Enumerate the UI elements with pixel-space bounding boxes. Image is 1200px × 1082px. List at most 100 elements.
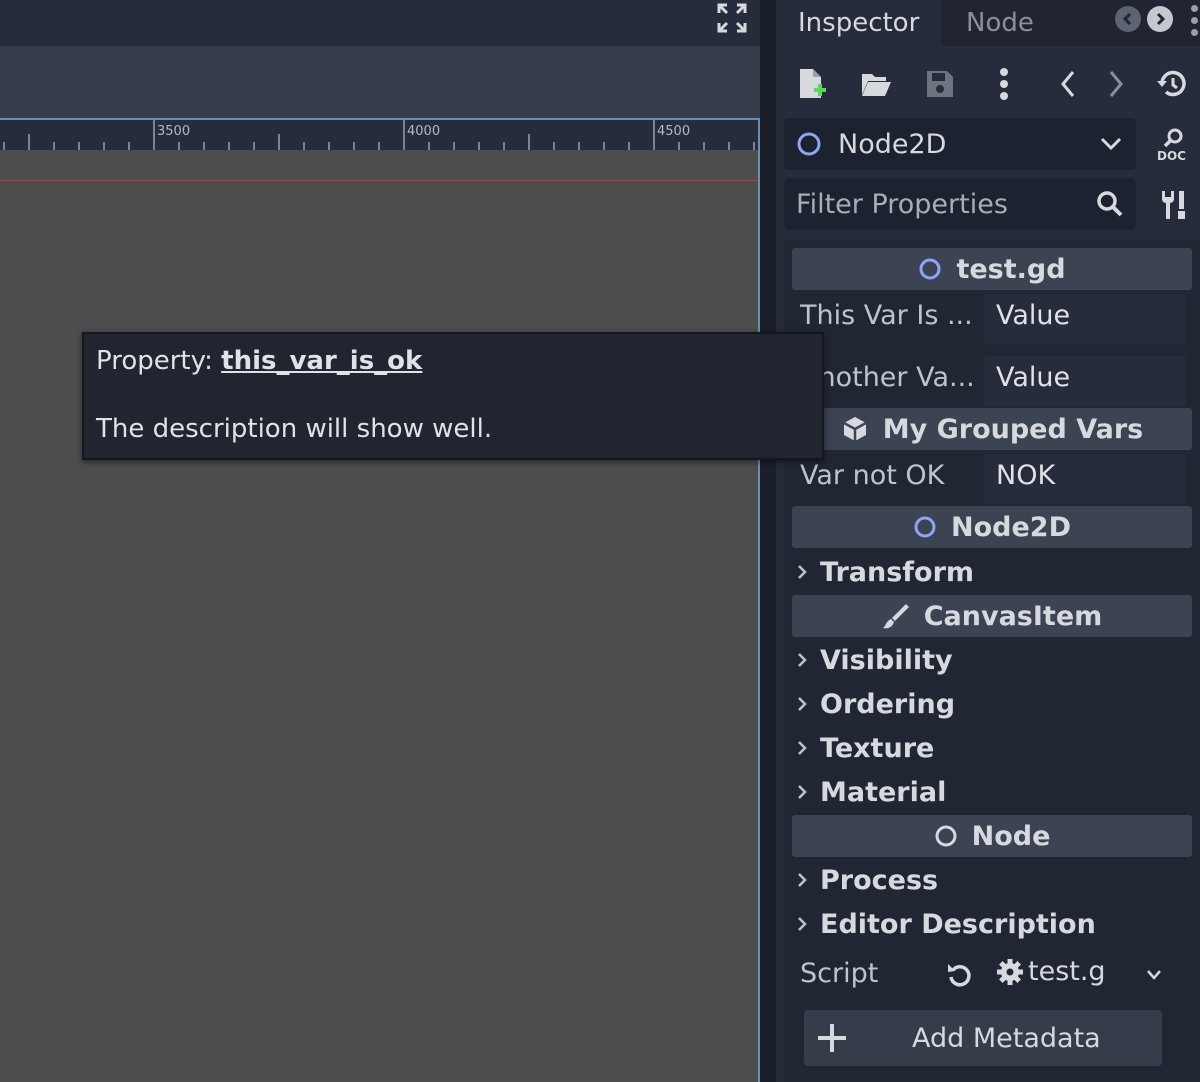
filter-properties-input[interactable] bbox=[796, 188, 1086, 220]
section-title: test.gd bbox=[956, 253, 1066, 285]
group-label: Material bbox=[820, 776, 947, 808]
script-resource-picker[interactable]: test.g bbox=[996, 956, 1106, 987]
group-texture[interactable]: Texture bbox=[792, 727, 1192, 769]
doc-search-icon: DOC bbox=[1157, 128, 1186, 162]
svg-text:DOC: DOC bbox=[1157, 149, 1186, 162]
search-icon bbox=[1097, 191, 1123, 217]
object-history-button[interactable] bbox=[1150, 60, 1194, 108]
node-circle-icon bbox=[935, 825, 957, 847]
property-value-field[interactable]: Value bbox=[984, 294, 1186, 344]
tab-scroll-right-button[interactable] bbox=[1147, 6, 1173, 32]
tab-node[interactable]: Node bbox=[944, 0, 1056, 46]
section-title: Node2D bbox=[951, 511, 1071, 543]
section-canvasitem: CanvasItem bbox=[792, 595, 1192, 637]
chevron-left-icon bbox=[1061, 71, 1075, 97]
section-node: Node bbox=[792, 815, 1192, 857]
chevron-right-icon bbox=[798, 565, 807, 579]
ruler-ticks bbox=[3, 120, 755, 150]
gear-icon bbox=[997, 958, 1023, 985]
add-metadata-button[interactable]: Add Metadata bbox=[804, 1010, 1162, 1066]
group-label: Transform bbox=[820, 556, 975, 588]
ruler-label-3500: 3500 bbox=[157, 124, 191, 139]
tooltip-description: The description will show well. bbox=[96, 414, 493, 444]
ruler-label-4000: 4000 bbox=[407, 124, 441, 139]
inspector-dock: Inspector Node Node2D DOC Filter Propert… bbox=[776, 0, 1200, 1082]
property-value-field[interactable]: Value bbox=[984, 356, 1186, 406]
group-label: Texture bbox=[820, 732, 935, 764]
load-resource-button[interactable] bbox=[854, 60, 898, 108]
tab-inspector[interactable]: Inspector bbox=[776, 0, 942, 46]
chevron-right-icon bbox=[798, 873, 807, 887]
node2d-icon bbox=[797, 132, 821, 156]
history-icon bbox=[1157, 70, 1186, 97]
node2d-icon bbox=[914, 516, 936, 538]
canvas-viewport[interactable]: 3500 4000 4500 bbox=[0, 118, 760, 1082]
distraction-free-button[interactable] bbox=[714, 0, 750, 36]
property-tooltip: Property: this_var_is_ok The description… bbox=[82, 332, 824, 460]
script-resource-name: test.g bbox=[1028, 956, 1106, 987]
fullscreen-icon bbox=[717, 3, 747, 33]
viewport-toolbar bbox=[0, 46, 760, 120]
tooltip-property-name: this_var_is_ok bbox=[221, 346, 423, 376]
ruler-label-4500: 4500 bbox=[657, 124, 691, 139]
viewport-top-bar bbox=[0, 0, 760, 46]
tooltip-prefix: Property: bbox=[96, 346, 222, 376]
save-resource-button[interactable] bbox=[918, 60, 962, 108]
inspector-toolbar bbox=[776, 60, 1200, 108]
extra-options-button[interactable] bbox=[982, 60, 1026, 108]
script-label: Script bbox=[800, 958, 879, 989]
chevron-right-icon bbox=[798, 741, 807, 755]
node-class-selector[interactable]: Node2D bbox=[784, 118, 1136, 170]
dock-splitter[interactable] bbox=[760, 0, 776, 1082]
chevron-right-icon bbox=[1156, 12, 1166, 26]
horizontal-ruler[interactable]: 3500 4000 4500 bbox=[0, 120, 758, 150]
group-process[interactable]: Process bbox=[792, 859, 1192, 901]
cube-icon bbox=[843, 417, 867, 441]
revert-script-button[interactable] bbox=[946, 960, 974, 992]
property-script: Script test.g bbox=[784, 948, 1200, 1000]
property-value-field[interactable]: NOK bbox=[984, 454, 1186, 504]
section-my-grouped-vars: My Grouped Vars bbox=[792, 408, 1192, 450]
group-visibility[interactable]: Visibility bbox=[792, 639, 1192, 681]
dock-menu-button[interactable] bbox=[1188, 2, 1200, 38]
inspector-tools-button[interactable] bbox=[1152, 184, 1194, 226]
group-ordering[interactable]: Ordering bbox=[792, 683, 1192, 725]
property-name: Var not OK bbox=[800, 460, 945, 491]
property-another-var: Another Va... Value bbox=[784, 356, 1200, 406]
chevron-right-icon bbox=[798, 785, 807, 799]
property-list: test.gd This Var Is ... Value Another Va… bbox=[784, 240, 1200, 1082]
chevron-right-icon bbox=[798, 653, 807, 667]
tools-icon bbox=[1162, 191, 1185, 219]
chevron-down-icon bbox=[1147, 970, 1161, 980]
kebab-menu-icon bbox=[1000, 68, 1008, 100]
group-label: Process bbox=[820, 864, 939, 896]
folder-open-icon bbox=[862, 74, 891, 96]
section-node2d: Node2D bbox=[792, 506, 1192, 548]
section-script-test-gd: test.gd bbox=[792, 248, 1192, 290]
chevron-down-icon bbox=[1100, 137, 1122, 151]
chevron-right-icon bbox=[798, 917, 807, 931]
node-circle-icon bbox=[919, 258, 941, 280]
section-title: CanvasItem bbox=[923, 600, 1103, 632]
dock-tab-bar: Inspector Node bbox=[776, 0, 1200, 46]
chevron-left-icon bbox=[1122, 12, 1132, 26]
history-back-button[interactable] bbox=[1046, 60, 1090, 108]
open-documentation-button[interactable]: DOC bbox=[1150, 122, 1196, 168]
group-editor-description[interactable]: Editor Description bbox=[792, 903, 1192, 945]
group-label: Visibility bbox=[820, 644, 953, 676]
filter-properties-field[interactable] bbox=[784, 178, 1136, 230]
x-axis-guide-line bbox=[0, 180, 758, 181]
section-title: My Grouped Vars bbox=[882, 413, 1144, 445]
group-material[interactable]: Material bbox=[792, 771, 1192, 813]
script-dropdown-button[interactable] bbox=[1146, 966, 1162, 985]
group-transform[interactable]: Transform bbox=[792, 551, 1192, 593]
group-label: Editor Description bbox=[820, 908, 1096, 940]
history-forward-button[interactable] bbox=[1094, 60, 1138, 108]
tab-scroll-left-button[interactable] bbox=[1115, 6, 1141, 32]
save-icon bbox=[927, 71, 953, 97]
new-resource-button[interactable] bbox=[790, 60, 834, 108]
new-file-icon bbox=[800, 69, 826, 98]
property-name: Another Va... bbox=[800, 362, 975, 393]
plus-icon bbox=[818, 1024, 846, 1052]
node-class-label: Node2D bbox=[838, 128, 947, 160]
